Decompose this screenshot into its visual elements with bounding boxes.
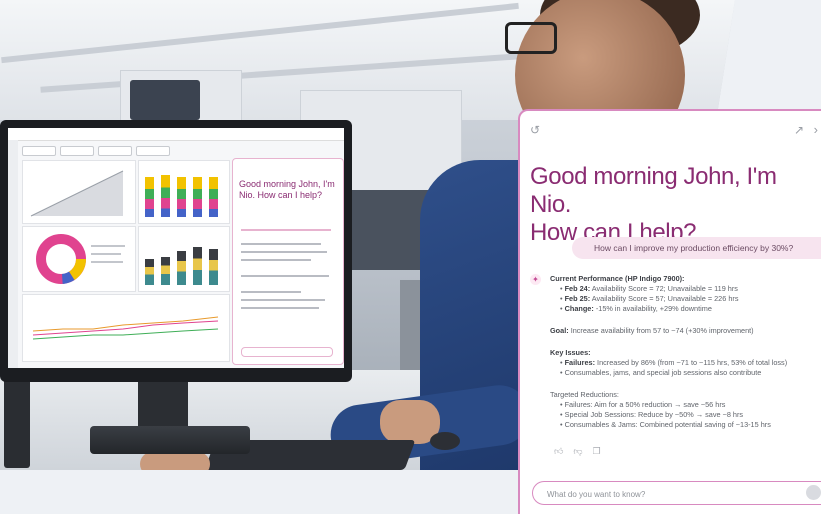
mini-chat-line (241, 299, 325, 301)
mini-bar (161, 175, 170, 217)
item-label: Feb 25: (564, 294, 591, 303)
monitor-base (90, 426, 250, 454)
user-message-bubble: How can I improve my production efficien… (572, 237, 821, 259)
factory-machine (130, 80, 200, 120)
item-text: Consumables & Jams: Combined potential s… (564, 420, 771, 429)
person-hand (140, 452, 210, 470)
mini-bar (177, 251, 186, 285)
mini-sidebar (8, 140, 18, 368)
mini-bar-chart (138, 160, 230, 224)
response-issues-title: Key Issues: (550, 348, 820, 358)
response-section-title: Current Performance (HP Indigo 7900): (550, 274, 820, 284)
item-text: Availability Score = 72; Unavailable = 1… (591, 284, 738, 293)
mini-bar (145, 259, 154, 285)
response-list-item: • Consumables, jams, and special job ses… (560, 368, 762, 377)
mini-chat-input (241, 347, 333, 357)
mini-chat-line (241, 229, 331, 231)
response-reductions-title: Targeted Reductions: (550, 390, 820, 400)
response-list-item: • Feb 24: Availability Score = 72; Unava… (560, 284, 738, 293)
mini-area-chart-svg (30, 170, 124, 217)
mini-bar (177, 177, 186, 217)
mini-chat-line (241, 275, 329, 277)
mini-tab (98, 146, 132, 156)
response-list-item: • Failures: Increased by 86% (from ~71 t… (560, 358, 788, 367)
goal-label: Goal: (550, 326, 569, 335)
reductions-title-text: Targeted Reductions: (550, 390, 619, 399)
item-label: Feb 24: (564, 284, 591, 293)
expand-icon[interactable]: ↗ (794, 123, 804, 137)
close-icon[interactable]: › (814, 122, 818, 137)
greeting-line-1: Good morning John, I'm Nio. (530, 163, 777, 218)
mini-line-svg (32, 316, 219, 340)
mini-bar (193, 177, 202, 217)
assistant-avatar-icon: ✦ (530, 274, 541, 285)
item-text: -15% in availability, +29% downtime (595, 304, 712, 313)
mini-tabs (22, 146, 170, 156)
glasses (505, 22, 557, 54)
mini-tab (136, 146, 170, 156)
mini-bar-chart-2 (138, 226, 230, 292)
response-list-item: • Consumables & Jams: Combined potential… (560, 420, 771, 429)
item-text: Increased by 86% (from ~71 to ~115 hrs, … (597, 358, 788, 367)
monitor-stand (138, 382, 188, 432)
chat-input-box[interactable] (532, 481, 821, 505)
item-label: Failures: (564, 358, 596, 367)
mini-topbar (8, 128, 344, 141)
thumbs-down-icon[interactable]: 👎︎ (573, 446, 582, 457)
response-goal: Goal: Increase availability from 57 to ~… (550, 326, 820, 336)
item-text: Availability Score = 57; Unavailable = 2… (591, 294, 739, 303)
response-list-item: • Change: -15% in availability, +29% dow… (560, 304, 712, 313)
mini-chat-line (241, 243, 321, 245)
panel-toolbar: ↺ ↗ › (528, 122, 818, 143)
chat-input[interactable] (545, 486, 789, 502)
mini-chat-panel: Good morning John, I'm Nio. How can I he… (232, 158, 344, 365)
mini-chat-line (241, 307, 319, 309)
item-label: Change: (564, 304, 594, 313)
mini-donut-svg (36, 234, 125, 284)
mini-bar (145, 177, 154, 217)
response-list-item: • Failures: Aim for a 50% reduction → sa… (560, 400, 726, 409)
monitor: Good morning John, I'm Nio. How can I he… (0, 120, 352, 382)
mini-chat-line (241, 251, 327, 253)
mini-line-chart (22, 294, 230, 362)
mini-bar (161, 257, 170, 285)
section-title-text: Current Performance (HP Indigo 7900): (550, 274, 685, 283)
mini-tab (60, 146, 94, 156)
thumbs-up-icon[interactable]: 👍︎ (554, 446, 563, 457)
feedback-actions: 👍︎ 👎︎ ❐ (554, 446, 601, 457)
mini-area-chart (22, 160, 136, 224)
send-icon[interactable] (806, 485, 821, 500)
goal-text: Increase availability from 57 to ~74 (+3… (570, 326, 754, 335)
item-text: Special Job Sessions: Reduce by ~50% → s… (564, 410, 744, 419)
greeting-heading: Good morning John, I'm Nio. How can I he… (530, 163, 815, 247)
mini-tab (22, 146, 56, 156)
history-icon[interactable]: ↺ (530, 123, 540, 137)
mini-bar (209, 177, 218, 217)
mini-bar (209, 249, 218, 285)
issues-title-text: Key Issues: (550, 348, 591, 357)
mini-donut-chart (22, 226, 136, 292)
response-list-item: • Special Job Sessions: Reduce by ~50% →… (560, 410, 744, 419)
copy-icon[interactable]: ❐ (593, 446, 601, 457)
item-text: Failures: Aim for a 50% reduction → save… (564, 400, 726, 409)
mini-chat-line (241, 291, 301, 293)
response-list-item: • Feb 25: Availability Score = 57; Unava… (560, 294, 739, 303)
mouse (430, 432, 460, 450)
item-text: Consumables, jams, and special job sessi… (564, 368, 762, 377)
mini-chat-line (241, 259, 311, 261)
assistant-chat-panel: ↺ ↗ › Good morning John, I'm Nio. How ca… (518, 109, 821, 514)
mini-bar (193, 247, 202, 285)
monitor-screen: Good morning John, I'm Nio. How can I he… (8, 128, 344, 368)
mini-chat-greeting: Good morning John, I'm Nio. How can I he… (239, 179, 335, 200)
